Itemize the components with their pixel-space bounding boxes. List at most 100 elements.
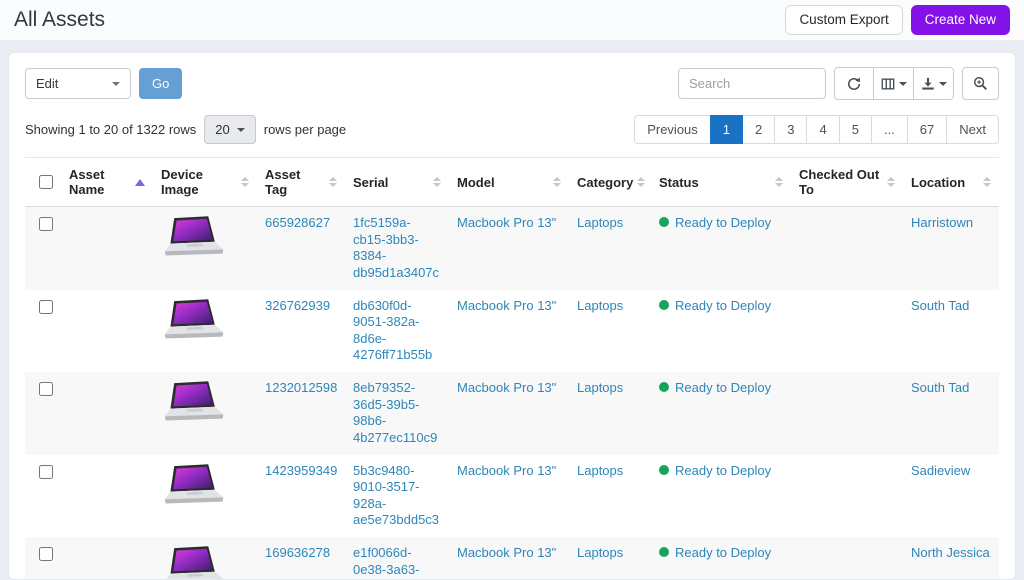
- row-checkbox[interactable]: [39, 547, 53, 561]
- bulk-actions-value: Edit: [36, 76, 59, 91]
- status-link[interactable]: Ready to Deploy: [675, 215, 771, 232]
- row-checkbox[interactable]: [39, 299, 53, 314]
- search-input[interactable]: [678, 68, 826, 99]
- macbook-image: [164, 298, 224, 338]
- table-header-row: Asset Name Device Image Asset Tag Serial…: [25, 157, 999, 207]
- device-image-cell[interactable]: [153, 455, 257, 538]
- model-link[interactable]: Macbook Pro 13": [457, 298, 556, 315]
- model-link[interactable]: Macbook Pro 13": [457, 545, 556, 562]
- bulk-actions-select[interactable]: Edit: [25, 68, 131, 99]
- create-new-button[interactable]: Create New: [910, 4, 1010, 36]
- status-dot-icon: [659, 217, 669, 227]
- location-link[interactable]: Harristown: [911, 215, 973, 232]
- asset-tag-link[interactable]: 665928627: [265, 215, 330, 232]
- column-header-category[interactable]: Category: [569, 157, 651, 207]
- pagination-previous[interactable]: Previous: [634, 115, 711, 144]
- location-link[interactable]: North Jessica: [911, 545, 990, 562]
- asset-tag-link[interactable]: 169636278: [265, 545, 330, 562]
- location-link[interactable]: South Tad: [911, 380, 969, 397]
- category-link[interactable]: Laptops: [577, 463, 623, 480]
- pagination-page-67[interactable]: 67: [906, 115, 948, 144]
- pagination-page-3[interactable]: 3: [774, 115, 808, 144]
- checked-out-to-cell: [791, 372, 903, 455]
- asset-tag-link[interactable]: 1232012598: [265, 380, 337, 397]
- status-dot-icon: [659, 464, 669, 475]
- page-size-value: 20: [215, 122, 230, 137]
- sort-icon: [433, 177, 441, 187]
- macbook-image: [164, 381, 224, 421]
- fullscreen-search-button[interactable]: [962, 67, 999, 100]
- sort-icon: [775, 177, 783, 187]
- select-all-checkbox[interactable]: [39, 174, 53, 189]
- download-icon: [921, 77, 934, 90]
- chevron-down-icon: [898, 81, 907, 86]
- serial-link[interactable]: 1fc5159a-cb15-3bb3-8384-db95d1a3407c: [353, 215, 441, 282]
- status-link[interactable]: Ready to Deploy: [675, 463, 771, 480]
- device-image-cell[interactable]: [153, 537, 257, 579]
- pagination-ellipsis[interactable]: ...: [870, 115, 908, 144]
- pagination-page-4[interactable]: 4: [806, 115, 840, 144]
- checked-out-to-cell: [791, 290, 903, 373]
- model-link[interactable]: Macbook Pro 13": [457, 380, 556, 397]
- sort-ascending-icon: [135, 178, 145, 186]
- refresh-button[interactable]: [834, 67, 874, 100]
- serial-link[interactable]: e1f0066d-0e38-3a63-aa62-7976a1c97976: [353, 545, 441, 579]
- asset-name-cell: [61, 372, 153, 455]
- model-link[interactable]: Macbook Pro 13": [457, 463, 556, 480]
- status-link[interactable]: Ready to Deploy: [675, 380, 771, 397]
- assets-table: Asset Name Device Image Asset Tag Serial…: [25, 157, 999, 579]
- page-size-dropdown[interactable]: 20: [204, 115, 256, 144]
- device-image-cell[interactable]: [153, 290, 257, 373]
- row-checkbox[interactable]: [39, 464, 53, 479]
- row-checkbox[interactable]: [39, 382, 53, 396]
- page-header: All Assets Custom Export Create New: [0, 0, 1024, 40]
- go-button[interactable]: Go: [139, 68, 183, 99]
- column-header-checked-out-to[interactable]: Checked Out To: [791, 157, 903, 207]
- columns-toggle-button[interactable]: [874, 67, 914, 100]
- category-link[interactable]: Laptops: [577, 545, 623, 562]
- serial-link[interactable]: 8eb79352-36d5-39b5-98b6-4b277ec110c9: [353, 380, 441, 447]
- column-header-device-image[interactable]: Device Image: [153, 157, 257, 207]
- macbook-image: [166, 546, 223, 579]
- column-header-status[interactable]: Status: [651, 157, 791, 207]
- column-header-location[interactable]: Location: [903, 157, 999, 207]
- status-link[interactable]: Ready to Deploy: [675, 545, 771, 562]
- table-tools-group: [834, 67, 954, 100]
- category-link[interactable]: Laptops: [577, 298, 623, 315]
- sort-icon: [887, 177, 895, 187]
- column-header-asset-tag[interactable]: Asset Tag: [257, 157, 345, 207]
- sort-icon: [637, 177, 646, 187]
- pagination: Previous 1 2 3 4 5 ... 67 Next: [634, 115, 999, 144]
- pagination-page-1[interactable]: 1: [709, 115, 744, 144]
- table-row: 1232012598 8eb79352-36d5-39b5-98b6-4b277…: [25, 372, 999, 455]
- category-link[interactable]: Laptops: [577, 215, 623, 232]
- page-title: All Assets: [14, 8, 106, 31]
- location-link[interactable]: South Tad: [911, 298, 969, 315]
- device-image-cell[interactable]: [153, 372, 257, 455]
- column-header-serial[interactable]: Serial: [345, 157, 449, 207]
- pagination-next[interactable]: Next: [946, 115, 999, 144]
- row-checkbox[interactable]: [39, 217, 53, 231]
- category-link[interactable]: Laptops: [577, 380, 623, 397]
- table-row: 665928627 1fc5159a-cb15-3bb3-8384-db95d1…: [25, 206, 999, 290]
- model-link[interactable]: Macbook Pro 13": [457, 215, 556, 232]
- serial-link[interactable]: db630f0d-9051-382a-8d6e-4276ff71b55b: [353, 298, 441, 365]
- asset-name-cell: [61, 207, 153, 290]
- asset-name-cell: [61, 290, 153, 373]
- pagination-page-5[interactable]: 5: [838, 115, 872, 144]
- asset-tag-link[interactable]: 326762939: [265, 298, 330, 315]
- pagination-page-2[interactable]: 2: [742, 115, 776, 144]
- select-all-header: [25, 157, 61, 207]
- showing-rows-text: Showing 1 to 20 of 1322 rows: [25, 122, 197, 137]
- device-image-cell[interactable]: [153, 207, 257, 290]
- location-link[interactable]: Sadieview: [911, 463, 970, 480]
- column-header-asset-name[interactable]: Asset Name: [61, 157, 153, 207]
- column-header-model[interactable]: Model: [449, 157, 569, 207]
- columns-icon: [881, 77, 894, 90]
- custom-export-button[interactable]: Custom Export: [785, 4, 903, 36]
- export-button[interactable]: [914, 67, 954, 100]
- asset-tag-link[interactable]: 1423959349: [265, 463, 337, 480]
- status-link[interactable]: Ready to Deploy: [675, 298, 771, 315]
- search-plus-icon: [973, 76, 987, 90]
- serial-link[interactable]: 5b3c9480-9010-3517-928a-ae5e73bdd5c3: [353, 463, 441, 530]
